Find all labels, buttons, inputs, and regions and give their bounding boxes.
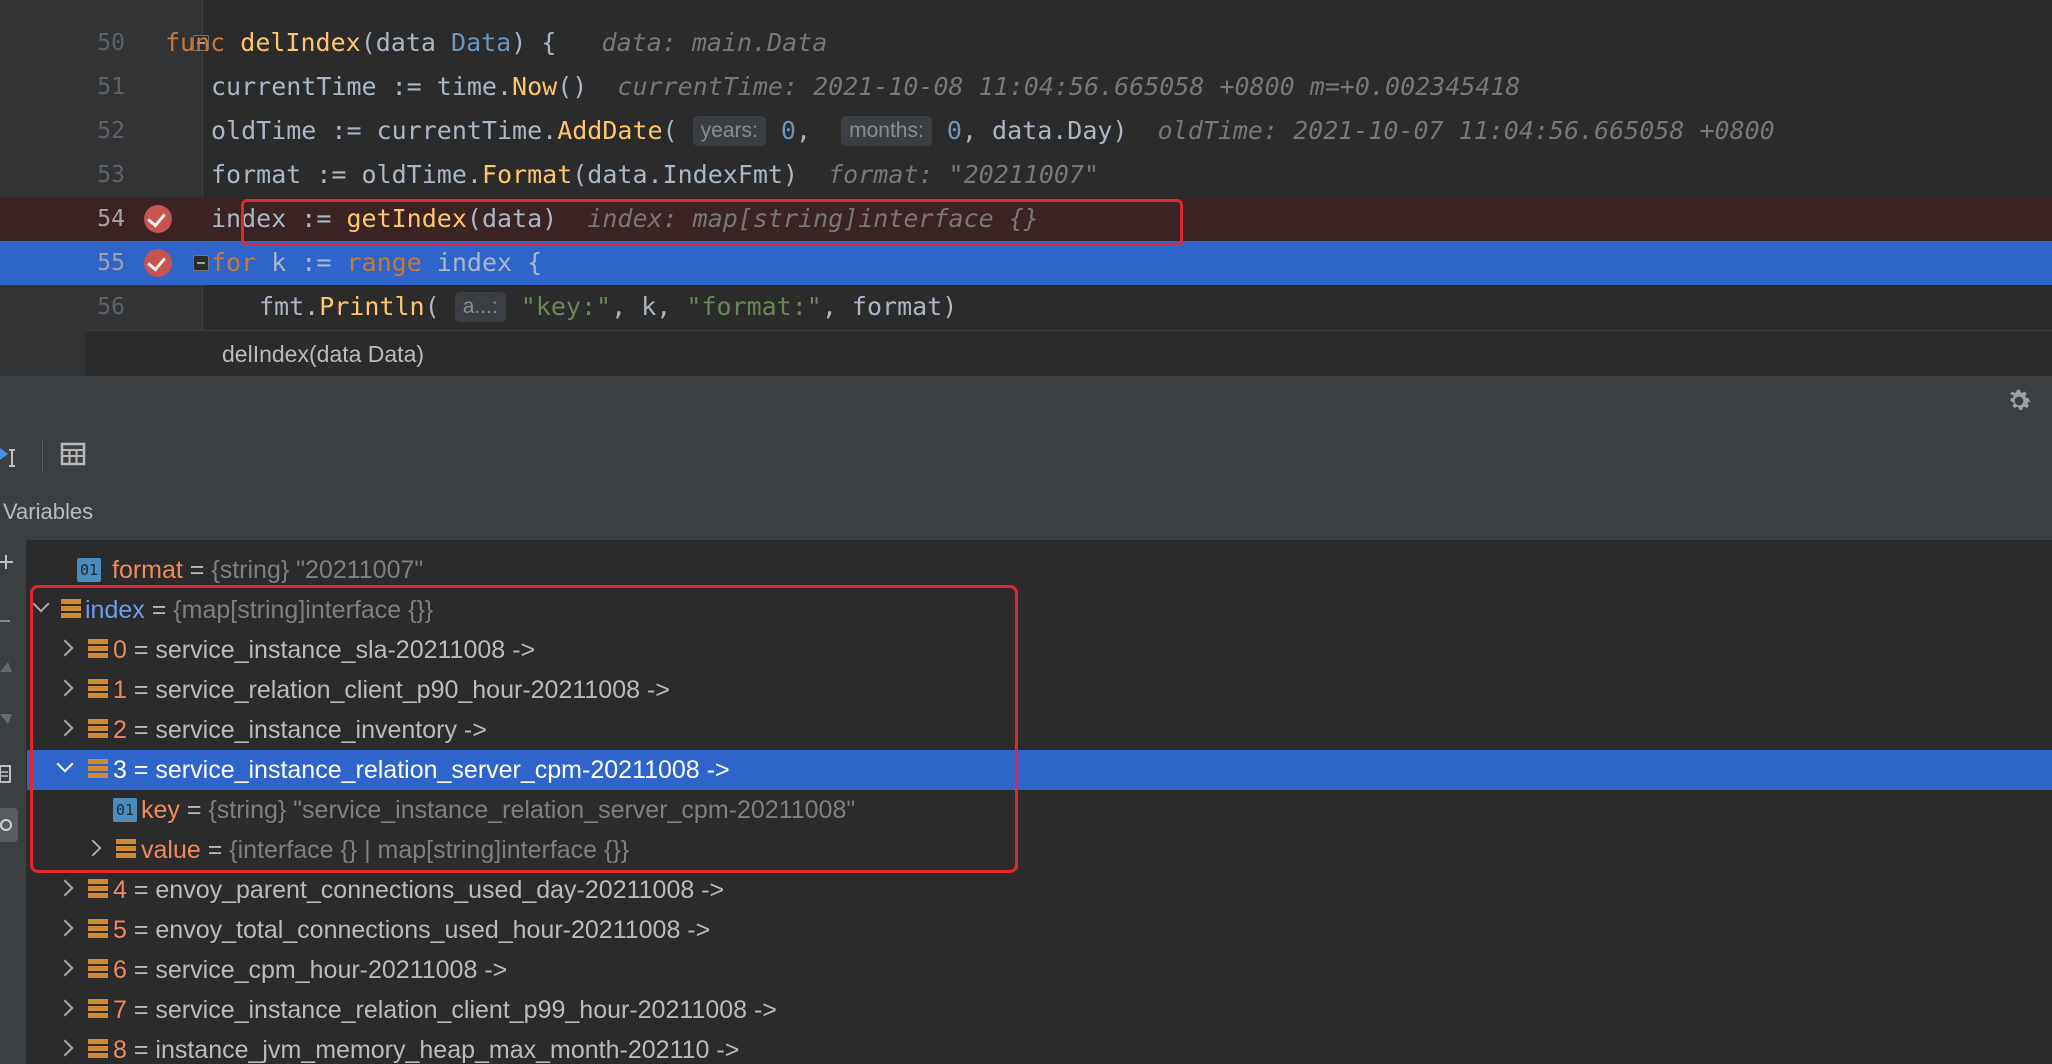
variable-name: 7 (113, 996, 127, 1024)
annotation-highlight-box (30, 585, 1018, 873)
variable-name: 5 (113, 916, 127, 944)
line-number: 53 (97, 162, 125, 188)
minus-icon[interactable] (0, 620, 10, 622)
variable-row[interactable]: 01 format = {string} "20211007" (27, 550, 2052, 590)
code-editor[interactable]: 50 func delIndex(data Data) { data: main… (0, 0, 2052, 376)
annotation-highlight-box (241, 199, 1183, 246)
variable-value: instance_jvm_memory_heap_max_month-20211… (155, 1036, 740, 1064)
glasses-icon (0, 819, 12, 831)
string-type-icon: 01 (77, 558, 101, 582)
map-type-icon (88, 1039, 108, 1060)
variable-row[interactable]: 8 = instance_jvm_memory_heap_max_month-2… (27, 1030, 2052, 1064)
code-text: func delIndex(data Data) { data: main.Da… (165, 28, 828, 57)
expand-arrow-icon[interactable] (56, 959, 74, 977)
table-icon[interactable] (60, 442, 86, 466)
code-text: oldTime := currentTime.AddDate( years: 0… (211, 116, 1775, 146)
debug-toolbar (0, 426, 2052, 485)
map-type-icon (88, 919, 108, 940)
inline-value: currentTime: 2021-10-08 11:04:56.665058 … (617, 72, 1521, 101)
code-line[interactable]: 53 format := oldTime.Format(data.IndexFm… (0, 153, 2052, 197)
inline-value: format: "20211007" (828, 160, 1100, 189)
inline-value: oldTime: 2021-10-07 11:04:56.665058 +080… (1157, 116, 1775, 145)
debug-side-toolbar (0, 540, 27, 1064)
variable-row[interactable]: 5 = envoy_total_connections_used_hour-20… (27, 910, 2052, 950)
variable-name: 6 (113, 956, 127, 984)
variable-text: 8 = instance_jvm_memory_heap_max_month-2… (113, 1030, 739, 1064)
variable-text: 7 = service_instance_relation_client_p99… (113, 990, 777, 1030)
param-hint: months: (841, 116, 932, 146)
variable-name: format (112, 556, 183, 584)
variable-text: 6 = service_cpm_hour-20211008 -> (113, 950, 507, 990)
breadcrumb[interactable]: delIndex(data Data) (85, 330, 2052, 376)
param-hint: a...: (454, 292, 506, 322)
add-icon[interactable] (0, 554, 16, 570)
variable-text: 4 = envoy_parent_connections_used_day-20… (113, 870, 724, 910)
line-number: 51 (97, 74, 125, 100)
code-text: for k := range index { (211, 248, 543, 277)
code-text: currentTime := time.Now() currentTime: 2… (211, 72, 1521, 101)
move-down-icon[interactable] (0, 710, 14, 726)
variable-equals: = (126, 1036, 156, 1064)
code-line-current[interactable]: 55 for k := range index { (0, 241, 2052, 285)
expand-arrow-icon[interactable] (56, 1039, 74, 1057)
code-line[interactable]: 51 currentTime := time.Now() currentTime… (0, 65, 2052, 109)
line-number: 56 (97, 294, 125, 320)
map-type-icon (88, 879, 108, 900)
restore-layout-icon[interactable] (0, 446, 26, 468)
debug-panel-header (0, 376, 2052, 427)
toolbar-separator (42, 440, 43, 472)
expand-arrow-icon[interactable] (56, 919, 74, 937)
variable-row[interactable]: 6 = service_cpm_hour-20211008 -> (27, 950, 2052, 990)
fold-icon[interactable] (193, 255, 209, 271)
code-line[interactable]: 50 func delIndex(data Data) { data: main… (0, 21, 2052, 65)
variable-text: 5 = envoy_total_connections_used_hour-20… (113, 910, 710, 950)
move-up-icon[interactable] (0, 660, 14, 676)
variable-row[interactable]: 7 = service_instance_relation_client_p99… (27, 990, 2052, 1030)
variable-value: envoy_total_connections_used_hour-202110… (155, 916, 711, 944)
inline-value: data: main.Data (601, 28, 828, 57)
variable-name: 4 (113, 876, 127, 904)
variable-value: {string} "20211007" (211, 556, 424, 584)
breadcrumb-function[interactable]: delIndex(data Data) (222, 341, 424, 368)
variable-value: service_cpm_hour-20211008 -> (155, 956, 508, 984)
line-number: 55 (97, 250, 125, 276)
copy-icon[interactable] (0, 762, 14, 784)
variable-value: service_instance_relation_client_p99_hou… (155, 996, 777, 1024)
variables-header: Variables (0, 484, 2052, 541)
gear-icon[interactable] (2004, 386, 2034, 416)
variable-equals: = (126, 876, 156, 904)
variable-name: 8 (113, 1036, 127, 1064)
breakpoint-icon[interactable] (144, 205, 172, 233)
map-type-icon (88, 959, 108, 980)
expand-arrow-icon[interactable] (56, 999, 74, 1017)
variable-equals: = (126, 996, 156, 1024)
line-number: 54 (97, 206, 125, 232)
variables-title: Variables (3, 499, 94, 524)
map-type-icon (88, 999, 108, 1020)
breakpoint-icon[interactable] (144, 249, 172, 277)
variable-value: envoy_parent_connections_used_day-202110… (155, 876, 725, 904)
code-line[interactable]: 56 fmt.Println( a...: "key:", k, "format… (0, 285, 2052, 329)
code-line[interactable]: 52 oldTime := currentTime.AddDate( years… (0, 109, 2052, 153)
line-number: 52 (97, 118, 125, 144)
line-number: 50 (97, 30, 125, 56)
variable-equals: = (182, 556, 212, 584)
variable-row[interactable]: 4 = envoy_parent_connections_used_day-20… (27, 870, 2052, 910)
code-text: format := oldTime.Format(data.IndexFmt) … (211, 160, 1100, 189)
param-hint: years: (692, 116, 766, 146)
variable-text: format = {string} "20211007" (112, 550, 423, 590)
variable-equals: = (126, 916, 156, 944)
expand-arrow-icon[interactable] (56, 879, 74, 897)
watch-toggle-button[interactable] (0, 808, 18, 842)
code-text: fmt.Println( a...: "key:", k, "format:",… (259, 292, 958, 322)
variable-equals: = (126, 956, 156, 984)
